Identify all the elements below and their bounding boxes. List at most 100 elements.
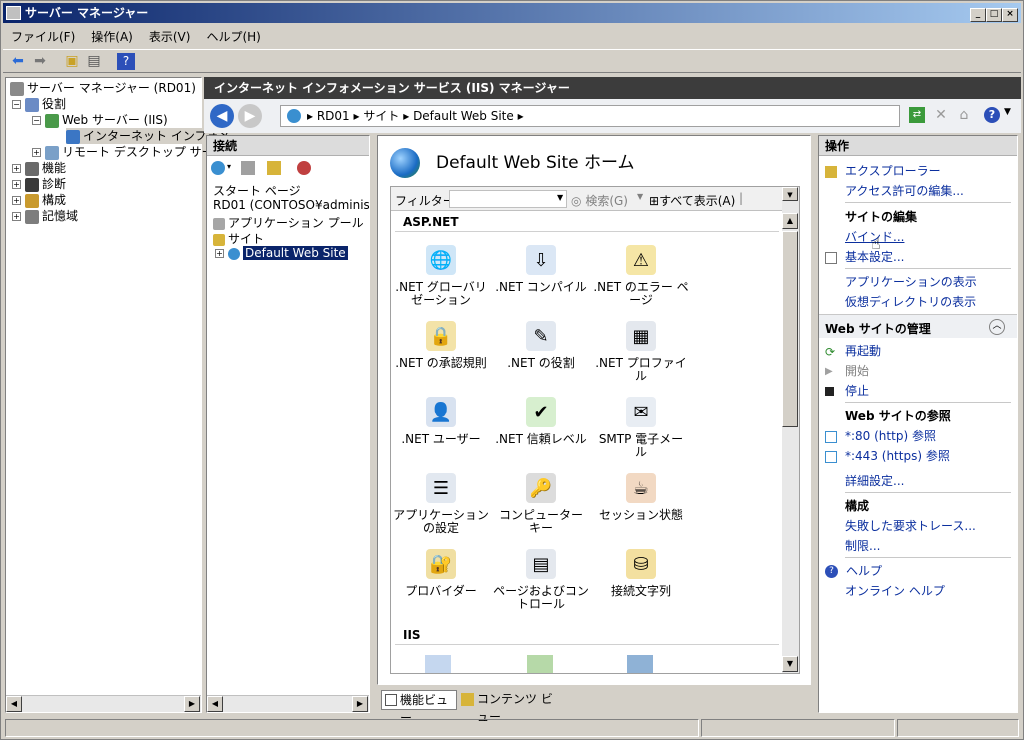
tree-root[interactable]: サーバー マネージャー (RD01): [10, 80, 196, 96]
action-browse-80[interactable]: *:80 (http) 参照: [825, 427, 936, 444]
search-button[interactable]: ◎ 検索(G): [571, 192, 628, 209]
up-folder-icon[interactable]: [267, 161, 281, 175]
collapse-toggle[interactable]: −: [32, 116, 41, 125]
iis-feature-icon[interactable]: [425, 655, 451, 673]
address-part-site[interactable]: Default Web Site: [413, 109, 514, 123]
back-arrow-icon[interactable]: ⬅: [9, 53, 27, 70]
scroll-right-button[interactable]: ▶: [352, 696, 368, 712]
feature-item[interactable]: ✎ .NET の役割: [493, 321, 589, 370]
action-online-help[interactable]: オンライン ヘルプ: [845, 582, 945, 599]
iis-feature-icon[interactable]: [527, 655, 553, 673]
tree-hscrollbar[interactable]: ◀ ▶: [6, 695, 201, 712]
feature-item[interactable]: ✔ .NET 信頼レベル: [493, 397, 589, 446]
forward-icon[interactable]: ▶: [238, 104, 262, 128]
features-view-tab[interactable]: 機能ビュー: [381, 690, 457, 725]
action-explore[interactable]: エクスプローラー: [825, 162, 941, 179]
tree-roles[interactable]: − 役割: [12, 96, 66, 112]
connections-hscrollbar[interactable]: ◀ ▶: [207, 695, 369, 712]
menu-view[interactable]: 表示(V): [149, 28, 191, 45]
feature-item[interactable]: 🔑 コンピューター キー: [493, 473, 589, 535]
tree-web-server[interactable]: − Web サーバー (IIS): [32, 112, 168, 128]
feature-vscrollbar[interactable]: ▼ ▲ ▼: [782, 187, 799, 673]
collapse-icon[interactable]: ︿: [989, 319, 1005, 335]
chevron-down-icon[interactable]: ▼: [637, 192, 643, 201]
feature-item[interactable]: ⚠ .NET のエラー ページ: [593, 245, 689, 307]
save-icon[interactable]: [241, 161, 255, 175]
help-icon[interactable]: ?: [117, 53, 135, 70]
scroll-down-button[interactable]: ▼: [782, 656, 798, 672]
menu-action[interactable]: 操作(A): [91, 28, 133, 45]
tree-diagnostics[interactable]: + 診断: [12, 176, 66, 192]
chevron-down-icon[interactable]: ▼: [557, 193, 563, 202]
expand-toggle[interactable]: +: [32, 148, 41, 157]
feature-item[interactable]: 🔒 .NET の承認規則: [393, 321, 489, 370]
feature-item[interactable]: ☕ セッション状態: [593, 473, 689, 522]
refresh-icon[interactable]: ⇄: [909, 107, 925, 123]
help-icon[interactable]: ?: [984, 107, 1000, 123]
feature-item[interactable]: ✉ SMTP 電子メール: [593, 397, 689, 459]
action-limits[interactable]: 制限...: [845, 537, 880, 554]
scroll-left-button[interactable]: ◀: [6, 696, 22, 712]
action-browse-443[interactable]: *:443 (https) 参照: [825, 447, 950, 464]
scroll-right-button[interactable]: ▶: [184, 696, 200, 712]
action-start[interactable]: ▶ 開始: [825, 362, 869, 379]
address-bar[interactable]: ▸ RD01 ▸ サイト ▸ Default Web Site ▸: [280, 105, 900, 127]
feature-item[interactable]: ⇩ .NET コンパイル: [493, 245, 589, 294]
connection-app-pools[interactable]: アプリケーション プール: [213, 214, 364, 231]
action-stop[interactable]: 停止: [825, 382, 869, 399]
content-view-tab[interactable]: コンテンツ ビュー: [461, 690, 557, 724]
minimize-button[interactable]: _: [970, 8, 986, 22]
iis-feature-icon[interactable]: [627, 655, 653, 673]
back-icon[interactable]: ◀: [210, 104, 234, 128]
address-part-server[interactable]: RD01: [317, 109, 350, 123]
connection-sites[interactable]: サイト: [213, 230, 264, 247]
feature-item[interactable]: ▤ ページおよびコントロール: [493, 549, 589, 611]
collapse-toggle[interactable]: −: [12, 100, 21, 109]
disconnect-icon[interactable]: [297, 161, 311, 175]
action-edit-permissions[interactable]: アクセス許可の編集...: [845, 182, 964, 199]
expand-toggle[interactable]: +: [12, 164, 21, 173]
expand-toggle[interactable]: +: [12, 196, 21, 205]
menu-file[interactable]: ファイル(F): [11, 28, 75, 45]
action-view-virtual-dirs[interactable]: 仮想ディレクトリの表示: [845, 293, 976, 310]
connection-start-page[interactable]: スタート ページ: [213, 182, 301, 199]
tree-configuration[interactable]: + 構成: [12, 192, 66, 208]
chevron-down-icon[interactable]: ▾: [227, 162, 231, 171]
action-help[interactable]: ? ヘルプ: [825, 562, 882, 579]
show-all-button[interactable]: ⊞すべて表示(A): [649, 192, 735, 209]
feature-item[interactable]: 👤 .NET ユーザー: [393, 397, 489, 446]
tree-storage[interactable]: + 記憶域: [12, 208, 78, 224]
action-basic-settings[interactable]: 基本設定...: [825, 248, 904, 265]
expand-toggle[interactable]: +: [12, 180, 21, 189]
scroll-left-button[interactable]: ◀: [207, 696, 223, 712]
home-icon[interactable]: ⌂: [956, 107, 972, 123]
connection-default-web-site[interactable]: + Default Web Site: [215, 246, 348, 260]
maximize-button[interactable]: □: [986, 8, 1002, 22]
feature-item[interactable]: ▦ .NET プロファイル: [593, 321, 689, 383]
up-folder-icon[interactable]: ▣: [63, 53, 81, 70]
address-part-sites[interactable]: サイト: [363, 109, 399, 123]
filter-input[interactable]: [449, 190, 567, 208]
action-view-applications[interactable]: アプリケーションの表示: [845, 273, 977, 290]
feature-item[interactable]: 🌐 .NET グローバリゼーション: [393, 245, 489, 307]
action-restart[interactable]: ⟳ 再起動: [825, 342, 881, 359]
feature-item[interactable]: ⛁ 接続文字列: [593, 549, 689, 598]
close-button[interactable]: ×: [1002, 8, 1018, 22]
action-failed-request-tracing[interactable]: 失敗した要求トレース...: [845, 517, 976, 534]
chevron-down-icon[interactable]: ▼: [1004, 107, 1011, 117]
action-advanced-settings[interactable]: 詳細設定...: [845, 472, 904, 489]
stop-icon[interactable]: ✕: [933, 107, 949, 123]
menu-scroll-button[interactable]: ▼: [782, 187, 798, 201]
tree-features[interactable]: + 機能: [12, 160, 66, 176]
connection-server[interactable]: RD01 (CONTOSO¥administrato: [213, 198, 369, 212]
scroll-thumb[interactable]: [782, 231, 798, 427]
show-hide-tree-icon[interactable]: ▤: [85, 53, 103, 70]
scroll-up-button[interactable]: ▲: [782, 213, 798, 229]
feature-item[interactable]: 🔐 プロバイダー: [393, 549, 489, 598]
expand-toggle[interactable]: +: [215, 249, 224, 258]
expand-toggle[interactable]: +: [12, 212, 21, 221]
connect-icon[interactable]: [211, 161, 225, 175]
forward-arrow-icon[interactable]: ➡: [31, 53, 49, 70]
feature-item[interactable]: ☰ アプリケーションの設定: [393, 473, 489, 535]
menu-help[interactable]: ヘルプ(H): [206, 28, 260, 45]
